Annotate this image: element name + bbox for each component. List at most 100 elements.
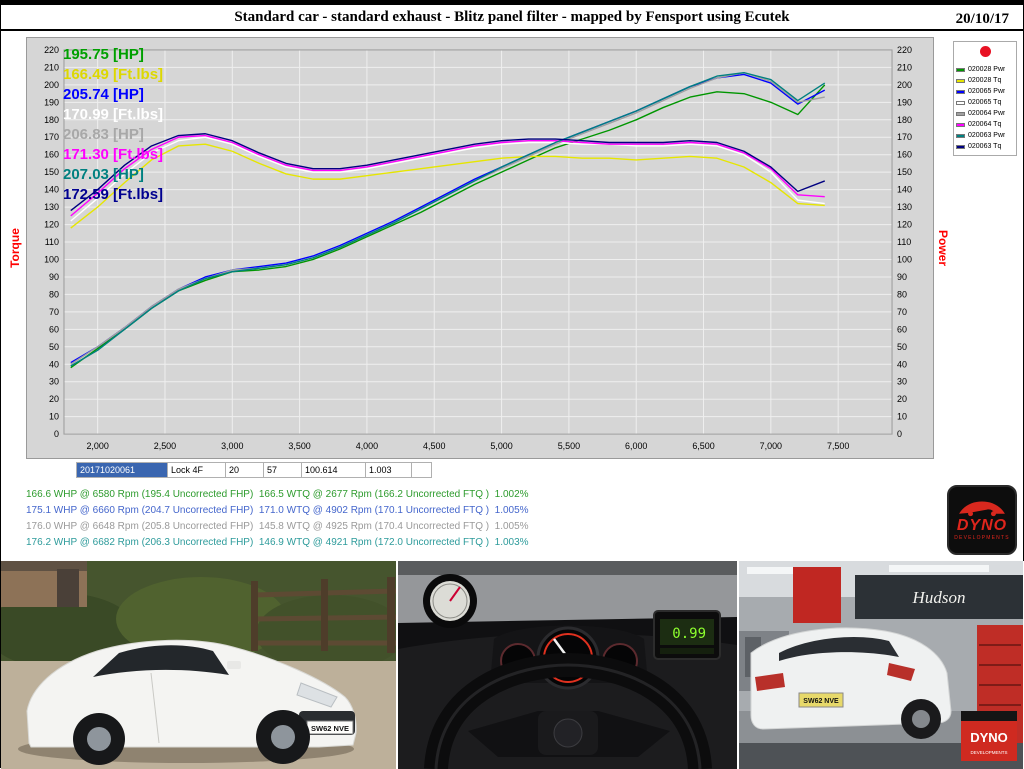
page-title: Standard car - standard exhaust - Blitz …: [1, 9, 1023, 26]
legend-marker: [956, 112, 965, 116]
legend-item-020028-tq[interactable]: 020028 Tq: [956, 75, 1014, 86]
svg-text:120: 120: [44, 220, 59, 230]
legend-item-020028-pwr[interactable]: 020028 Pwr: [956, 64, 1014, 75]
peak-readout-6: 171.30 [Ft.lbs]: [63, 145, 163, 165]
svg-text:200: 200: [897, 80, 912, 90]
svg-text:100: 100: [897, 254, 912, 264]
legend-item-020065-pwr[interactable]: 020065 Pwr: [956, 86, 1014, 97]
dyno-developments-logo: DYNO DEVELOPMENTS: [947, 485, 1017, 555]
svg-text:130: 130: [897, 202, 912, 212]
svg-text:160: 160: [44, 150, 59, 160]
afr-display: 0.99: [654, 611, 720, 659]
dyno-sign: DYNO DEVELOPMENTS: [961, 711, 1017, 761]
svg-text:60: 60: [49, 324, 59, 334]
svg-text:70: 70: [897, 307, 907, 317]
legend-item-020064-pwr[interactable]: 020064 Pwr: [956, 108, 1014, 119]
svg-text:170: 170: [44, 132, 59, 142]
run-summary-lines: 166.6 WHP @ 6580 Rpm (195.4 Uncorrected …: [26, 487, 529, 551]
run-summary-3: 176.0 WHP @ 6648 Rpm (205.8 Uncorrected …: [26, 519, 529, 535]
svg-text:110: 110: [45, 237, 59, 247]
svg-text:200: 200: [44, 80, 59, 90]
svg-text:110: 110: [897, 237, 911, 247]
svg-text:10: 10: [897, 412, 907, 422]
svg-text:150: 150: [44, 167, 59, 177]
svg-text:210: 210: [897, 62, 912, 72]
dyno-sign-subname: DEVELOPMENTS: [970, 750, 1007, 755]
power-axis-label: Power: [936, 218, 950, 278]
svg-text:70: 70: [49, 307, 59, 317]
legend-marker: [956, 134, 965, 138]
chart-legend: 020028 Pwr 020028 Tq 020065 Pwr 020065 T…: [953, 41, 1017, 156]
curve-020028-tq: [71, 144, 825, 228]
svg-text:140: 140: [44, 185, 59, 195]
svg-text:7,500: 7,500: [827, 441, 849, 451]
svg-text:150: 150: [897, 167, 912, 177]
photo-car-interior-art: 0 0.99: [398, 561, 737, 769]
svg-text:3,000: 3,000: [221, 441, 243, 451]
svg-text:90: 90: [49, 272, 59, 282]
svg-text:180: 180: [44, 115, 59, 125]
svg-text:50: 50: [897, 342, 907, 352]
svg-text:40: 40: [897, 359, 907, 369]
logo-name: DYNO: [957, 518, 1007, 534]
run-cell-3[interactable]: 20: [226, 462, 264, 478]
banner-text: Hudson: [912, 588, 966, 607]
run-cell-6[interactable]: 1.003: [366, 462, 412, 478]
record-icon[interactable]: [980, 46, 991, 57]
svg-text:6,000: 6,000: [625, 441, 647, 451]
peak-readout-1: 195.75 [HP]: [63, 45, 163, 65]
svg-text:0: 0: [897, 429, 902, 439]
svg-text:4,000: 4,000: [356, 441, 378, 451]
header-date: 20/10/17: [956, 11, 1009, 28]
legend-marker: [956, 123, 965, 127]
svg-text:140: 140: [897, 185, 912, 195]
run-id-cell[interactable]: 20171020061: [76, 462, 168, 478]
svg-text:2,000: 2,000: [86, 441, 108, 451]
svg-text:3,500: 3,500: [288, 441, 310, 451]
svg-text:90: 90: [897, 272, 907, 282]
run-cell-4[interactable]: 57: [264, 462, 302, 478]
photo-strip: SW62 NVE: [1, 561, 1024, 769]
svg-text:80: 80: [897, 289, 907, 299]
svg-text:120: 120: [897, 220, 912, 230]
legend-item-020063-pwr[interactable]: 020063 Pwr: [956, 130, 1014, 141]
photo-car-interior: 0 0.99: [398, 561, 737, 769]
photo-car-exterior: SW62 NVE: [1, 561, 396, 769]
legend-item-020064-tq[interactable]: 020064 Tq: [956, 119, 1014, 130]
peak-readout-8: 172.59 [Ft.lbs]: [63, 185, 163, 205]
side-mirror: [227, 661, 241, 669]
svg-text:10: 10: [49, 412, 59, 422]
legend-item-020065-tq[interactable]: 020065 Tq: [956, 97, 1014, 108]
peak-readout-4: 170.99 [Ft.lbs]: [63, 105, 163, 125]
svg-text:40: 40: [49, 359, 59, 369]
logo-car-icon: [956, 499, 1008, 517]
front-plate-text: SW62 NVE: [311, 724, 349, 733]
svg-text:7,000: 7,000: [760, 441, 782, 451]
legend-marker: [956, 90, 965, 94]
svg-text:2,500: 2,500: [154, 441, 176, 451]
svg-text:210: 210: [44, 62, 59, 72]
header-bar: Standard car - standard exhaust - Blitz …: [1, 1, 1023, 31]
svg-text:5,000: 5,000: [490, 441, 512, 451]
run-cell-5[interactable]: 100.614: [302, 462, 366, 478]
dyno-app-window: Standard car - standard exhaust - Blitz …: [0, 0, 1024, 768]
svg-text:6,500: 6,500: [692, 441, 714, 451]
afr-value: 0.99: [672, 626, 706, 642]
shop-banner: Hudson: [855, 575, 1023, 619]
run-gear-cell[interactable]: Lock 4F: [168, 462, 226, 478]
run-summary-4: 176.2 WHP @ 6682 Rpm (206.3 Uncorrected …: [26, 535, 529, 551]
run-cell-7[interactable]: [412, 462, 432, 478]
legend-marker: [956, 79, 965, 83]
dyno-sign-name: DYNO: [970, 730, 1008, 745]
curve-020064-tq: [71, 136, 825, 216]
legend-item-020063-tq[interactable]: 020063 Tq: [956, 141, 1014, 152]
run-table-row[interactable]: 20171020061 Lock 4F 20 57 100.614 1.003: [76, 462, 432, 478]
red-flag: [793, 567, 841, 623]
svg-text:30: 30: [49, 377, 59, 387]
run-summary-1: 166.6 WHP @ 6580 Rpm (195.4 Uncorrected …: [26, 487, 529, 503]
legend-marker: [956, 101, 965, 105]
curve-020063-pwr: [71, 73, 825, 366]
rear-plate-text: SW62 NVE: [803, 698, 839, 705]
legend-marker: [956, 68, 965, 72]
run-summary-2: 175.1 WHP @ 6660 Rpm (204.7 Uncorrected …: [26, 503, 529, 519]
